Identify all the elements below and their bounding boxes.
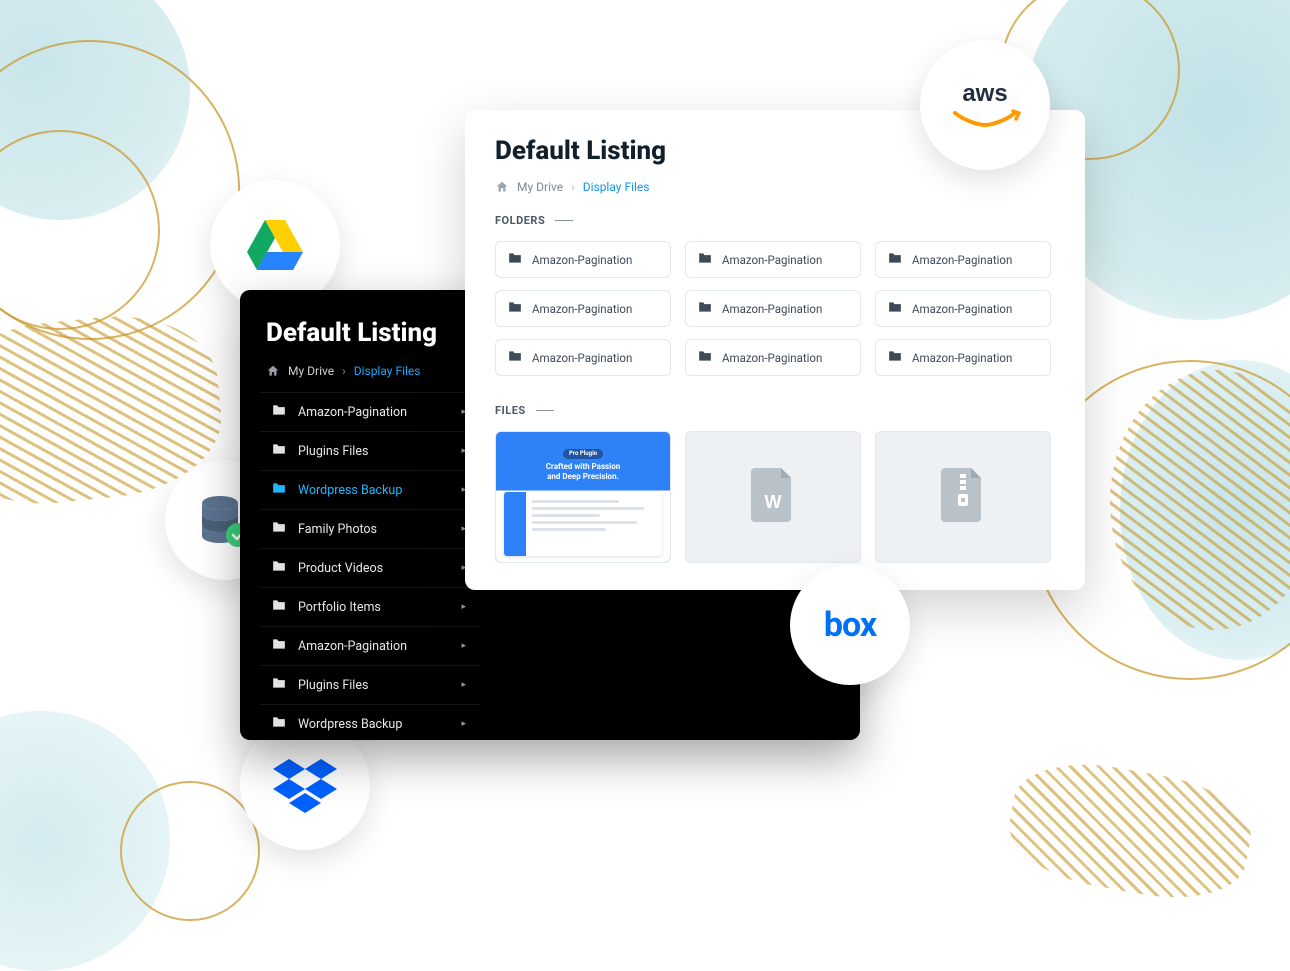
sidebar-item-label: Amazon-Pagination <box>298 405 407 420</box>
file-card-word[interactable]: W <box>685 431 861 563</box>
folder-icon <box>888 301 902 316</box>
home-icon[interactable] <box>266 364 280 378</box>
folder-chip[interactable]: Amazon-Pagination <box>495 290 671 327</box>
box-logo-text: box <box>824 605 876 645</box>
sidebar-item[interactable]: Amazon-Pagination ▸ <box>260 626 480 665</box>
folder-chip[interactable]: Amazon-Pagination <box>875 241 1051 278</box>
sidebar-item[interactable]: Amazon-Pagination▸ <box>260 392 480 431</box>
folder-icon <box>272 404 286 420</box>
folder-icon <box>272 521 286 537</box>
folder-chip[interactable]: Amazon-Pagination <box>685 241 861 278</box>
breadcrumb-root[interactable]: My Drive <box>517 180 563 194</box>
folder-chip-label: Amazon-Pagination <box>722 253 822 267</box>
svg-text:aws: aws <box>962 80 1007 107</box>
breadcrumb-root[interactable]: My Drive <box>288 364 334 378</box>
file-card-preview[interactable]: Pro PluginCrafted with Passionand Deep P… <box>495 431 671 563</box>
folder-icon <box>272 443 286 459</box>
folder-icon <box>272 560 286 576</box>
folder-chip[interactable]: Amazon-Pagination <box>495 241 671 278</box>
chevron-right-icon: ▸ <box>461 641 466 651</box>
sidebar-item-label: Wordpress Backup <box>298 483 402 498</box>
sidebar-item[interactable]: Wordpress Backup ▸ <box>260 704 480 743</box>
sidebar-item-label: Plugins Files <box>298 444 368 459</box>
decor-stripes <box>1001 751 1258 911</box>
sidebar-item-label: Portfolio Items <box>298 600 381 615</box>
folder-chip-label: Amazon-Pagination <box>912 351 1012 365</box>
sidebar-item[interactable]: Product Videos▸ <box>260 548 480 587</box>
folder-icon <box>888 350 902 365</box>
folder-chip-label: Amazon-Pagination <box>722 302 822 316</box>
decor-ring <box>120 781 260 921</box>
svg-text:W: W <box>765 492 782 512</box>
brand-aws-icon: aws <box>920 40 1050 170</box>
folder-chip-label: Amazon-Pagination <box>532 302 632 316</box>
folder-icon <box>508 252 522 267</box>
sidebar-item[interactable]: Wordpress Backup▸ <box>260 470 480 509</box>
folder-icon <box>508 301 522 316</box>
folder-icon <box>698 350 712 365</box>
sidebar-item[interactable]: Plugins Files ▸ <box>260 665 480 704</box>
zip-file-icon <box>941 468 985 526</box>
folder-icon <box>272 716 286 732</box>
folder-icon <box>888 252 902 267</box>
folder-icon <box>698 252 712 267</box>
folder-chip[interactable]: Amazon-Pagination <box>685 290 861 327</box>
folder-chip[interactable]: Amazon-Pagination <box>875 339 1051 376</box>
folder-chip[interactable]: Amazon-Pagination <box>495 339 671 376</box>
folder-icon <box>272 677 286 693</box>
folder-icon <box>508 350 522 365</box>
breadcrumb: My Drive › Display Files <box>495 166 1085 214</box>
sidebar-item-label: Product Videos <box>298 561 383 576</box>
folder-grid: Amazon-Pagination Amazon-Pagination Amazon… <box>495 241 1085 376</box>
sidebar-item-label: Wordpress Backup <box>298 717 402 732</box>
files-row: Pro PluginCrafted with Passionand Deep P… <box>495 431 1085 563</box>
folder-chip-label: Amazon-Pagination <box>532 351 632 365</box>
light-listing-panel: Default Listing My Drive › Display Files… <box>465 110 1085 590</box>
chevron-right-icon: ▸ <box>461 602 466 612</box>
chevron-right-icon: ▸ <box>461 680 466 690</box>
files-section-label: FILES <box>495 404 1085 417</box>
folder-chip-label: Amazon-Pagination <box>722 351 822 365</box>
brand-box-icon: box <box>790 565 910 685</box>
sidebar-item-label: Family Photos <box>298 522 377 537</box>
breadcrumb-current[interactable]: Display Files <box>583 180 650 194</box>
breadcrumb-current[interactable]: Display Files <box>354 364 421 378</box>
folder-chip[interactable]: Amazon-Pagination <box>685 339 861 376</box>
chevron-right-icon: ▸ <box>461 719 466 729</box>
folder-icon <box>272 482 286 498</box>
chevron-right-icon: › <box>342 364 346 378</box>
word-file-icon: W <box>751 468 795 526</box>
sidebar-item[interactable]: Family Photos▸ <box>260 509 480 548</box>
sidebar-item[interactable]: Portfolio Items ▸ <box>260 587 480 626</box>
folder-chip-label: Amazon-Pagination <box>532 253 632 267</box>
file-preview-thumbnail: Pro PluginCrafted with Passionand Deep P… <box>496 432 670 562</box>
folders-section-label: FOLDERS <box>495 214 1085 227</box>
chevron-right-icon: › <box>571 180 575 194</box>
folder-icon <box>272 638 286 654</box>
file-card-zip[interactable] <box>875 431 1051 563</box>
folder-chip[interactable]: Amazon-Pagination <box>875 290 1051 327</box>
sidebar-list: Amazon-Pagination ▸ Plugins Files ▸ Wordpres… <box>260 392 480 743</box>
folder-icon <box>698 301 712 316</box>
folder-icon <box>272 599 286 615</box>
home-icon[interactable] <box>495 180 509 194</box>
sidebar-item-label: Amazon-Pagination <box>298 639 407 654</box>
sidebar-item[interactable]: Plugins Files▸ <box>260 431 480 470</box>
folders-label-text: FOLDERS <box>495 214 545 227</box>
folder-chip-label: Amazon-Pagination <box>912 253 1012 267</box>
files-label-text: FILES <box>495 404 526 417</box>
sidebar-item-label: Plugins Files <box>298 678 368 693</box>
folder-chip-label: Amazon-Pagination <box>912 302 1012 316</box>
